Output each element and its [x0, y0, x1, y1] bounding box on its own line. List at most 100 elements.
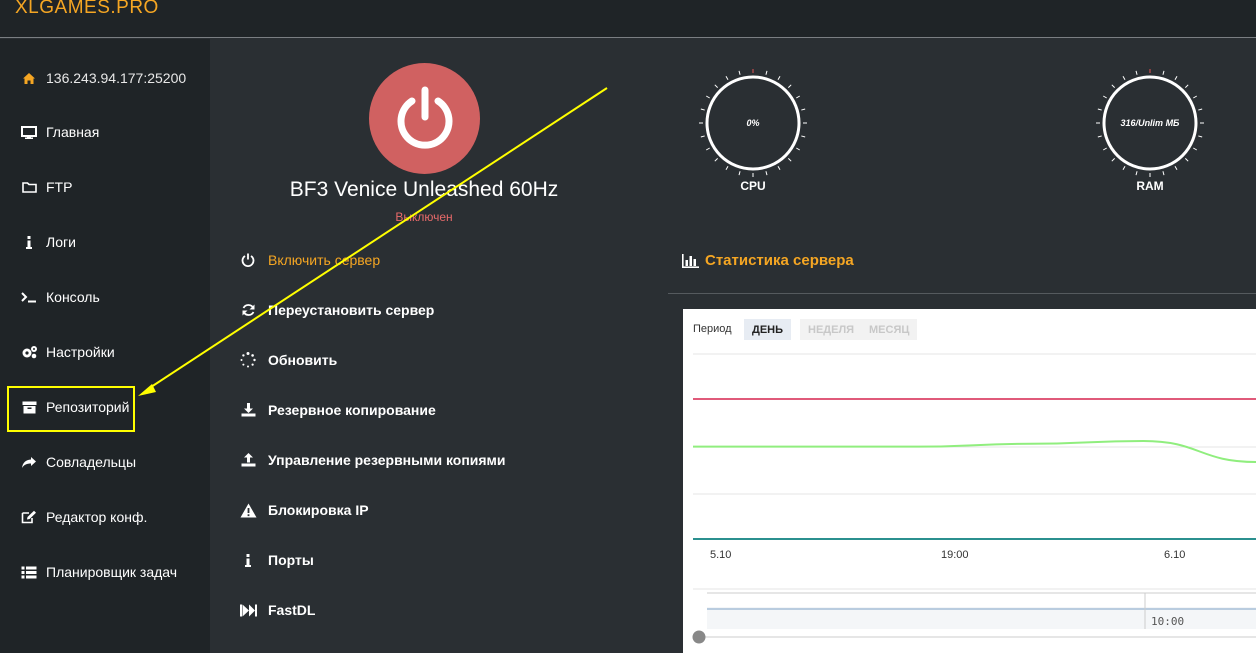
sidebar-item-main[interactable]: Главная [20, 120, 99, 144]
list-icon [20, 566, 38, 579]
gauge-tick [1102, 147, 1107, 151]
gauge-tick [1193, 147, 1198, 151]
sidebar-item-label: Консоль [46, 289, 100, 305]
navigator-handle[interactable] [692, 630, 706, 644]
monitor-icon [20, 125, 38, 139]
gauge-tick [1122, 75, 1126, 80]
sidebar-item-settings[interactable]: Настройки [20, 340, 115, 364]
gauge-tick [765, 70, 768, 75]
fastdl-button[interactable]: FastDL [238, 599, 315, 621]
gears-icon [20, 345, 38, 359]
cpu-value: 0% [746, 118, 759, 128]
warning-icon [238, 503, 258, 518]
gauge-tick [714, 84, 718, 88]
sidebar-item-coowners[interactable]: Совладельцы [20, 450, 136, 474]
reinstall-server-button[interactable]: Переустановить сервер [238, 299, 434, 321]
sidebar-item-config-editor[interactable]: Редактор конф. [20, 505, 147, 529]
gauge-tick [1198, 108, 1203, 111]
gauge-tick [714, 158, 718, 162]
info-icon [238, 553, 258, 567]
ram-value: 316/Unlim МБ [1121, 118, 1181, 128]
gauge-tick [1162, 171, 1165, 176]
gauge-tick [788, 158, 792, 162]
sidebar-item-label: Настройки [46, 344, 115, 360]
x-tick-label: 6.10 [1164, 549, 1186, 561]
stats-chart-panel: Период ДЕНЬ НЕДЕЛЯ МЕСЯЦ 5.10 19:00 6.10… [683, 309, 1256, 653]
gauge-tick [1122, 166, 1126, 171]
folder-icon [20, 181, 38, 193]
spinner-icon [238, 352, 258, 368]
server-status: Выключен [395, 210, 453, 224]
server-name: BF3 Venice Unleashed 60Hz [289, 178, 559, 201]
gauge-tick [700, 135, 705, 138]
sidebar-item-label: Главная [46, 124, 100, 140]
gauge-tick [1162, 70, 1165, 75]
action-label: Управление резервными копиями [268, 452, 506, 468]
x-tick-label: 19:00 [941, 549, 969, 561]
sidebar-item-logs[interactable]: Логи [20, 230, 76, 254]
gauge-tick [801, 108, 806, 111]
top-bar: XLGAMES.PRO [0, 0, 1256, 38]
power-button[interactable] [369, 63, 480, 174]
manage-backups-button[interactable]: Управление резервными копиями [238, 449, 506, 471]
gauge-tick [700, 108, 705, 111]
cpu-label: CPU [740, 179, 766, 193]
navigator-tick-label: 10:00 [1151, 615, 1185, 628]
sidebar-server-address[interactable]: 136.243.94.177:25200 [20, 66, 186, 90]
gauge-tick [725, 166, 729, 171]
action-label: Обновить [268, 352, 338, 368]
action-label: Блокировка IP [268, 502, 369, 518]
ports-button[interactable]: Порты [238, 549, 314, 571]
ram-gauge: 316/Unlim МБ [1096, 69, 1204, 177]
gauge-tick [765, 171, 768, 176]
cpu-gauge: 0% [699, 69, 807, 177]
power-icon [397, 86, 452, 149]
sidebar-item-label: FTP [46, 179, 73, 195]
gauge-tick [1193, 95, 1198, 99]
sidebar-item-console[interactable]: Консоль [20, 285, 100, 309]
sidebar-item-scheduler[interactable]: Планировщик задач [20, 560, 177, 584]
series-line-1 [693, 439, 1256, 463]
stats-title: Статистика сервера [682, 252, 854, 269]
action-label: Переустановить сервер [268, 302, 435, 318]
action-label: Порты [268, 552, 314, 568]
gauge-tick [777, 75, 781, 80]
stats-divider [668, 293, 1256, 294]
download-icon [238, 403, 258, 417]
repository-highlight-box [7, 386, 135, 432]
gauge-tick [1174, 75, 1178, 80]
info-icon [20, 235, 38, 249]
sidebar-item-ftp[interactable]: FTP [20, 175, 72, 199]
gauge-tick [738, 171, 741, 176]
gauge-tick [796, 95, 801, 99]
x-tick-label: 5.10 [710, 549, 732, 561]
sidebar-item-label: Планировщик задач [46, 564, 178, 580]
gauge-tick [725, 75, 729, 80]
ip-block-button[interactable]: Блокировка IP [238, 499, 369, 521]
gauge-tick [1135, 171, 1138, 176]
start-server-button[interactable]: Включить сервер [238, 249, 380, 271]
ram-label: RAM [1136, 179, 1164, 193]
stats-chart [692, 353, 1256, 644]
power-icon [238, 253, 258, 267]
gauge-tick [777, 166, 781, 171]
brand-logo[interactable]: XLGAMES.PRO [15, 0, 159, 19]
gauge-tick [1185, 158, 1189, 162]
action-label: Резервное копирование [268, 402, 436, 418]
gauge-tick [1185, 84, 1189, 88]
sidebar-item-label: Логи [46, 234, 76, 250]
gauge-tick [705, 95, 710, 99]
gauge-tick [1135, 70, 1138, 75]
backup-button[interactable]: Резервное копирование [238, 399, 436, 421]
stats-title-label: Статистика сервера [705, 252, 854, 269]
refresh-icon [238, 303, 258, 317]
update-button[interactable]: Обновить [238, 349, 337, 371]
share-icon [20, 456, 38, 469]
gauge-tick [1174, 166, 1178, 171]
terminal-icon [20, 291, 38, 303]
sidebar-item-label: Редактор конф. [46, 509, 148, 525]
gauge-tick [788, 84, 792, 88]
gauge-tick [1111, 84, 1115, 88]
gauge-tick [801, 135, 806, 138]
bar-chart-icon [682, 253, 699, 268]
